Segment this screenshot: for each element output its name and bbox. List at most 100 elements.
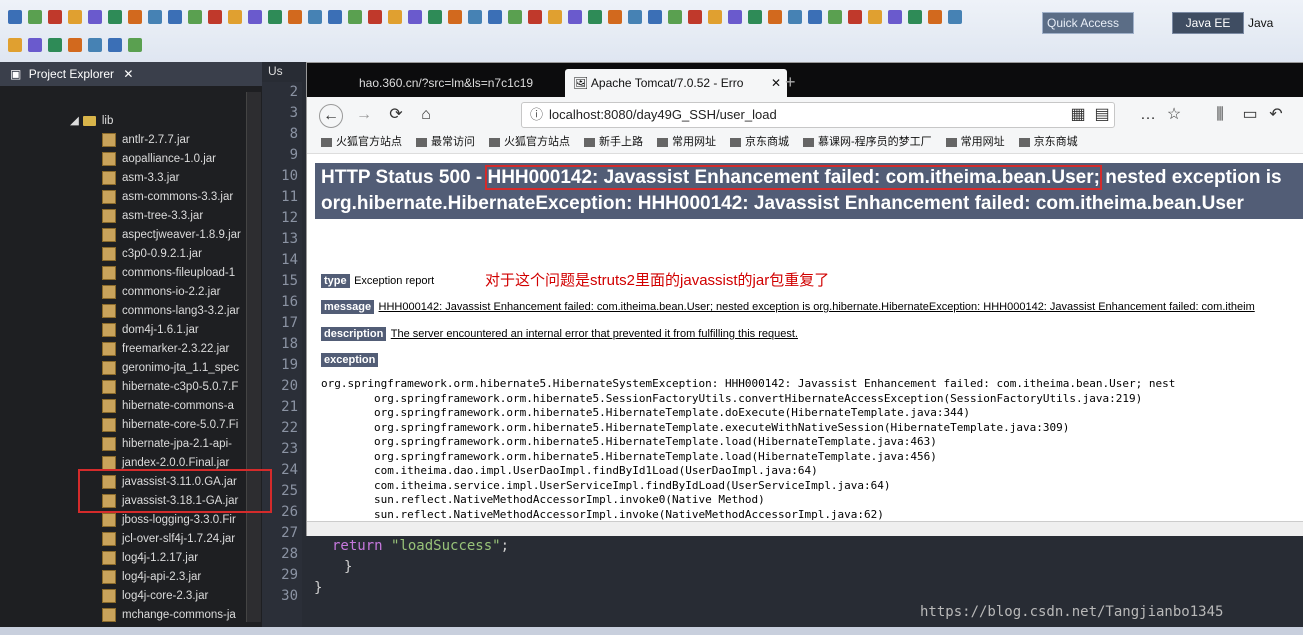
close-icon[interactable]: ✕ bbox=[771, 69, 781, 97]
star-icon[interactable]: ☆ bbox=[1163, 104, 1185, 126]
toolbar-button-icon[interactable] bbox=[688, 10, 702, 24]
tree-item-jar[interactable]: jcl-over-slf4j-1.7.24.jar bbox=[0, 530, 262, 549]
more-icon[interactable]: … bbox=[1137, 104, 1159, 126]
tree-item-jar[interactable]: log4j-core-2.3.jar bbox=[0, 587, 262, 606]
browser-tab-2[interactable]: 🖼 Apache Tomcat/7.0.52 - Erro ✕ bbox=[565, 69, 787, 97]
toolbar-button-icon[interactable] bbox=[148, 10, 162, 24]
toolbar-button-icon[interactable] bbox=[748, 10, 762, 24]
bookmark-item[interactable]: 新手上路 bbox=[584, 131, 643, 153]
tree-item-jar[interactable]: mchange-commons-ja bbox=[0, 606, 262, 625]
toolbar-button-icon[interactable] bbox=[668, 10, 682, 24]
toolbar-button-icon[interactable] bbox=[508, 10, 522, 24]
toolbar-button-icon[interactable] bbox=[728, 10, 742, 24]
toolbar-button-icon[interactable] bbox=[348, 10, 362, 24]
toolbar-button-icon[interactable] bbox=[848, 10, 862, 24]
library-icon[interactable]: ⫼ bbox=[1209, 104, 1231, 126]
tree-item-jar[interactable]: commons-lang3-3.2.jar bbox=[0, 302, 262, 321]
toolbar-button-icon[interactable] bbox=[248, 10, 262, 24]
toolbar-button-icon[interactable] bbox=[108, 38, 122, 52]
toolbar-button-icon[interactable] bbox=[48, 10, 62, 24]
tree-item-jar[interactable]: dom4j-1.6.1.jar bbox=[0, 321, 262, 340]
toolbar-button-icon[interactable] bbox=[768, 10, 782, 24]
toolbar-button-icon[interactable] bbox=[488, 10, 502, 24]
tree-item-jar[interactable]: aopalliance-1.0.jar bbox=[0, 150, 262, 169]
tree-item-jar[interactable]: commons-fileupload-1 bbox=[0, 264, 262, 283]
bookmark-item[interactable]: 最常访问 bbox=[416, 131, 475, 153]
toolbar-button-icon[interactable] bbox=[328, 10, 342, 24]
tree-item-jar[interactable]: jboss-logging-3.3.0.Fir bbox=[0, 511, 262, 530]
toolbar-button-icon[interactable] bbox=[568, 10, 582, 24]
toolbar-button-icon[interactable] bbox=[948, 10, 962, 24]
toolbar-button-icon[interactable] bbox=[888, 10, 902, 24]
toolbar-button-icon[interactable] bbox=[128, 38, 142, 52]
toolbar-button-icon[interactable] bbox=[928, 10, 942, 24]
toolbar-button-icon[interactable] bbox=[588, 10, 602, 24]
tree-item-jar[interactable]: log4j-1.2.17.jar bbox=[0, 549, 262, 568]
tree-item-jar[interactable]: asm-3.3.jar bbox=[0, 169, 262, 188]
toolbar-button-icon[interactable] bbox=[628, 10, 642, 24]
bookmark-item[interactable]: 京东商城 bbox=[730, 131, 789, 153]
perspective-java[interactable]: Java bbox=[1248, 12, 1273, 34]
undo-icon[interactable]: ↶ bbox=[1265, 104, 1287, 126]
tree-item-jar[interactable]: antlr-2.7.7.jar bbox=[0, 131, 262, 150]
browser-tab-1[interactable]: hao.360.cn/?src=lm&ls=n7c1c19 bbox=[353, 69, 569, 97]
tree-folder-lib[interactable]: ◢ lib bbox=[0, 112, 262, 131]
forward-icon[interactable]: → bbox=[353, 104, 375, 126]
toolbar-button-icon[interactable] bbox=[188, 10, 202, 24]
toolbar-button-icon[interactable] bbox=[788, 10, 802, 24]
tree-item-jar[interactable]: asm-commons-3.3.jar bbox=[0, 188, 262, 207]
tree-item-jar[interactable]: c3p0-0.9.2.1.jar bbox=[0, 245, 262, 264]
bookmark-item[interactable]: 常用网址 bbox=[945, 131, 1005, 153]
toolbar-button-icon[interactable] bbox=[68, 38, 82, 52]
tree-item-jar[interactable]: asm-tree-3.3.jar bbox=[0, 207, 262, 226]
qr-icon[interactable]: ▦ bbox=[1067, 104, 1089, 126]
horizontal-scrollbar[interactable] bbox=[307, 521, 1303, 536]
tree-item-jar[interactable]: hibernate-core-5.0.7.Fi bbox=[0, 416, 262, 435]
toolbar-button-icon[interactable] bbox=[108, 10, 122, 24]
toolbar-button-icon[interactable] bbox=[8, 38, 22, 52]
toolbar-button-icon[interactable] bbox=[28, 38, 42, 52]
toolbar-button-icon[interactable] bbox=[908, 10, 922, 24]
toolbar-button-icon[interactable] bbox=[88, 38, 102, 52]
tree-item-jar[interactable]: freemarker-2.3.22.jar bbox=[0, 340, 262, 359]
toolbar-button-icon[interactable] bbox=[808, 10, 822, 24]
bookmark-item[interactable]: 火狐官方站点 bbox=[489, 131, 570, 153]
tree-item-jar[interactable]: geronimo-jta_1.1_spec bbox=[0, 359, 262, 378]
toolbar-button-icon[interactable] bbox=[548, 10, 562, 24]
toolbar-button-icon[interactable] bbox=[388, 10, 402, 24]
toolbar-button-icon[interactable] bbox=[648, 10, 662, 24]
tree-item-jar[interactable]: commons-io-2.2.jar bbox=[0, 283, 262, 302]
toolbar-button-icon[interactable] bbox=[48, 38, 62, 52]
back-icon[interactable]: ← bbox=[319, 104, 343, 128]
new-tab-button[interactable]: + bbox=[785, 69, 796, 95]
toolbar-button-icon[interactable] bbox=[468, 10, 482, 24]
toolbar-button-icon[interactable] bbox=[128, 10, 142, 24]
bookmark-item[interactable]: 常用网址 bbox=[657, 131, 716, 153]
tree-item-jar[interactable]: hibernate-c3p0-5.0.7.F bbox=[0, 378, 262, 397]
url-bar[interactable]: ⓘ localhost:8080/day49G_SSH/user_load bbox=[521, 102, 1115, 128]
project-explorer-scrollbar[interactable] bbox=[246, 92, 261, 622]
toolbar-button-icon[interactable] bbox=[208, 10, 222, 24]
toolbar-button-icon[interactable] bbox=[528, 10, 542, 24]
toolbar-button-icon[interactable] bbox=[8, 10, 22, 24]
toolbar-button-icon[interactable] bbox=[268, 10, 282, 24]
toolbar-button-icon[interactable] bbox=[708, 10, 722, 24]
toolbar-button-icon[interactable] bbox=[608, 10, 622, 24]
toolbar-button-icon[interactable] bbox=[288, 10, 302, 24]
home-icon[interactable]: ⌂ bbox=[415, 104, 437, 126]
toolbar-button-icon[interactable] bbox=[88, 10, 102, 24]
chevron-down-icon[interactable]: ◢ bbox=[70, 115, 79, 127]
reload-icon[interactable]: ⟳ bbox=[385, 104, 407, 126]
tree-item-jar[interactable]: hibernate-commons-a bbox=[0, 397, 262, 416]
tree-item-jar[interactable]: aspectjweaver-1.8.9.jar bbox=[0, 226, 262, 245]
editor-tab[interactable]: Us bbox=[268, 64, 283, 78]
toolbar-button-icon[interactable] bbox=[308, 10, 322, 24]
toolbar-button-icon[interactable] bbox=[408, 10, 422, 24]
toolbar-button-icon[interactable] bbox=[868, 10, 882, 24]
toolbar-button-icon[interactable] bbox=[68, 10, 82, 24]
quick-access-input[interactable]: Quick Access bbox=[1042, 12, 1134, 34]
toolbar-button-icon[interactable] bbox=[228, 10, 242, 24]
reader-icon[interactable]: ▤ bbox=[1091, 104, 1113, 126]
toolbar-button-icon[interactable] bbox=[368, 10, 382, 24]
bookmark-item[interactable]: 京东商城 bbox=[1018, 131, 1078, 153]
